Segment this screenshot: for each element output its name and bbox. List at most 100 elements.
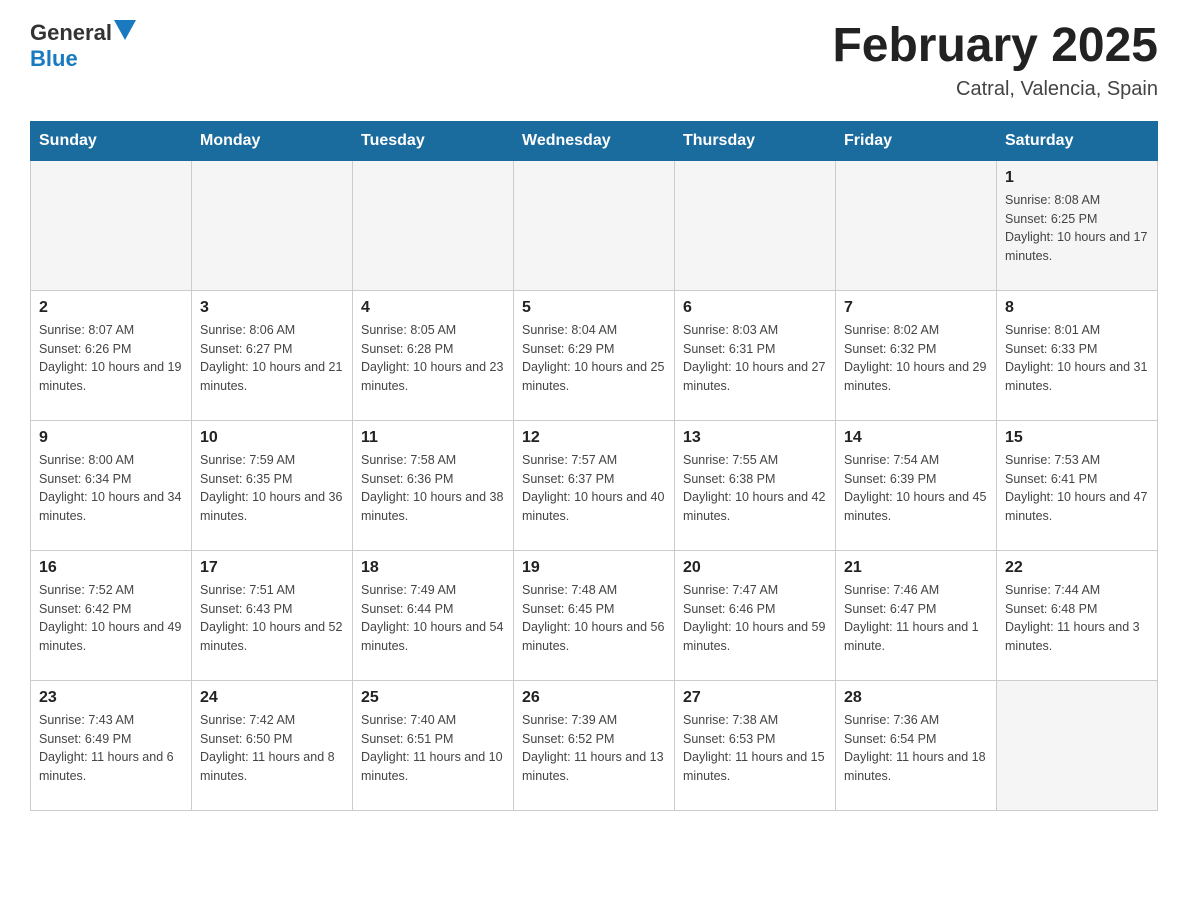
logo-wrapper: General Blue (30, 20, 136, 72)
day-number: 10 (200, 429, 344, 447)
day-info: Sunrise: 7:52 AMSunset: 6:42 PMDaylight:… (39, 581, 183, 656)
logo-row: General (30, 20, 136, 46)
day-info: Sunrise: 7:39 AMSunset: 6:52 PMDaylight:… (522, 711, 666, 786)
day-info: Sunrise: 7:42 AMSunset: 6:50 PMDaylight:… (200, 711, 344, 786)
page-header: General Blue February 2025 Catral, Valen… (30, 20, 1158, 101)
day-info: Sunrise: 7:48 AMSunset: 6:45 PMDaylight:… (522, 581, 666, 656)
day-info: Sunrise: 8:01 AMSunset: 6:33 PMDaylight:… (1005, 321, 1149, 396)
cell-w0-d0 (31, 160, 192, 290)
day-number: 26 (522, 689, 666, 707)
day-number: 19 (522, 559, 666, 577)
cell-w1-d6: 8 Sunrise: 8:01 AMSunset: 6:33 PMDaylight… (997, 290, 1158, 420)
day-number: 12 (522, 429, 666, 447)
location-title: Catral, Valencia, Spain (832, 78, 1158, 101)
cell-w4-d1: 24 Sunrise: 7:42 AMSunset: 6:50 PMDayligh… (192, 680, 353, 810)
day-number: 16 (39, 559, 183, 577)
day-number: 9 (39, 429, 183, 447)
day-info: Sunrise: 7:40 AMSunset: 6:51 PMDaylight:… (361, 711, 505, 786)
day-number: 15 (1005, 429, 1149, 447)
cell-w4-d5: 28Sunrise: 7:36 AMSunset: 6:54 PMDayligh… (836, 680, 997, 810)
calendar-body: 1Sunrise: 8:08 AMSunset: 6:25 PMDaylight… (31, 160, 1158, 810)
col-monday: Monday (192, 121, 353, 160)
day-number: 6 (683, 299, 827, 317)
cell-w3-d2: 18 Sunrise: 7:49 AMSunset: 6:44 PMDayligh… (353, 550, 514, 680)
cell-w1-d4: 6 Sunrise: 8:03 AMSunset: 6:31 PMDaylight… (675, 290, 836, 420)
day-number: 27 (683, 689, 827, 707)
cell-w0-d5 (836, 160, 997, 290)
cell-w4-d4: 27 Sunrise: 7:38 AMSunset: 6:53 PMDayligh… (675, 680, 836, 810)
day-number: 20 (683, 559, 827, 577)
day-info: Sunrise: 7:43 AMSunset: 6:49 PMDaylight:… (39, 711, 183, 786)
day-info: Sunrise: 7:47 AMSunset: 6:46 PMDaylight:… (683, 581, 827, 656)
day-number: 13 (683, 429, 827, 447)
day-number: 5 (522, 299, 666, 317)
day-number: 7 (844, 299, 988, 317)
day-number: 1 (1005, 169, 1149, 187)
day-info: Sunrise: 7:59 AMSunset: 6:35 PMDaylight:… (200, 451, 344, 526)
cell-w3-d5: 21Sunrise: 7:46 AMSunset: 6:47 PMDayligh… (836, 550, 997, 680)
day-number: 14 (844, 429, 988, 447)
cell-w1-d3: 5 Sunrise: 8:04 AMSunset: 6:29 PMDaylight… (514, 290, 675, 420)
cell-w3-d0: 16 Sunrise: 7:52 AMSunset: 6:42 PMDayligh… (31, 550, 192, 680)
day-number: 4 (361, 299, 505, 317)
day-info: Sunrise: 7:55 AMSunset: 6:38 PMDaylight:… (683, 451, 827, 526)
day-number: 11 (361, 429, 505, 447)
cell-w2-d1: 10 Sunrise: 7:59 AMSunset: 6:35 PMDayligh… (192, 420, 353, 550)
cell-w2-d0: 9Sunrise: 8:00 AMSunset: 6:34 PMDaylight… (31, 420, 192, 550)
day-number: 25 (361, 689, 505, 707)
logo-blue-text: Blue (30, 46, 78, 71)
cell-w0-d4 (675, 160, 836, 290)
day-info: Sunrise: 7:58 AMSunset: 6:36 PMDaylight:… (361, 451, 505, 526)
day-number: 28 (844, 689, 988, 707)
day-number: 17 (200, 559, 344, 577)
col-tuesday: Tuesday (353, 121, 514, 160)
day-info: Sunrise: 8:07 AMSunset: 6:26 PMDaylight:… (39, 321, 183, 396)
col-friday: Friday (836, 121, 997, 160)
day-number: 22 (1005, 559, 1149, 577)
cell-w4-d2: 25 Sunrise: 7:40 AMSunset: 6:51 PMDayligh… (353, 680, 514, 810)
day-number: 2 (39, 299, 183, 317)
col-wednesday: Wednesday (514, 121, 675, 160)
col-thursday: Thursday (675, 121, 836, 160)
day-info: Sunrise: 8:04 AMSunset: 6:29 PMDaylight:… (522, 321, 666, 396)
day-number: 8 (1005, 299, 1149, 317)
cell-w2-d2: 11 Sunrise: 7:58 AMSunset: 6:36 PMDayligh… (353, 420, 514, 550)
day-info: Sunrise: 7:46 AMSunset: 6:47 PMDaylight:… (844, 581, 988, 656)
cell-w1-d1: 3Sunrise: 8:06 AMSunset: 6:27 PMDaylight… (192, 290, 353, 420)
logo-triangle-icon (114, 20, 136, 42)
calendar-header: Sunday Monday Tuesday Wednesday Thursday… (31, 121, 1158, 160)
day-info: Sunrise: 7:49 AMSunset: 6:44 PMDaylight:… (361, 581, 505, 656)
title-block: February 2025 Catral, Valencia, Spain (832, 20, 1158, 101)
day-info: Sunrise: 8:05 AMSunset: 6:28 PMDaylight:… (361, 321, 505, 396)
cell-w1-d0: 2 Sunrise: 8:07 AMSunset: 6:26 PMDaylight… (31, 290, 192, 420)
cell-w2-d6: 15Sunrise: 7:53 AMSunset: 6:41 PMDayligh… (997, 420, 1158, 550)
day-number: 24 (200, 689, 344, 707)
cell-w0-d3 (514, 160, 675, 290)
week-row-4: 23 Sunrise: 7:43 AMSunset: 6:49 PMDayligh… (31, 680, 1158, 810)
day-number: 18 (361, 559, 505, 577)
day-info: Sunrise: 7:44 AMSunset: 6:48 PMDaylight:… (1005, 581, 1149, 656)
logo-general-text: General (30, 20, 112, 46)
day-info: Sunrise: 8:03 AMSunset: 6:31 PMDaylight:… (683, 321, 827, 396)
cell-w1-d5: 7Sunrise: 8:02 AMSunset: 6:32 PMDaylight… (836, 290, 997, 420)
logo: General Blue (30, 20, 136, 72)
cell-w2-d5: 14 Sunrise: 7:54 AMSunset: 6:39 PMDayligh… (836, 420, 997, 550)
day-number: 3 (200, 299, 344, 317)
day-number: 23 (39, 689, 183, 707)
week-row-2: 9Sunrise: 8:00 AMSunset: 6:34 PMDaylight… (31, 420, 1158, 550)
cell-w2-d3: 12 Sunrise: 7:57 AMSunset: 6:37 PMDayligh… (514, 420, 675, 550)
cell-w4-d6 (997, 680, 1158, 810)
cell-w4-d0: 23 Sunrise: 7:43 AMSunset: 6:49 PMDayligh… (31, 680, 192, 810)
day-info: Sunrise: 7:54 AMSunset: 6:39 PMDaylight:… (844, 451, 988, 526)
day-info: Sunrise: 7:38 AMSunset: 6:53 PMDaylight:… (683, 711, 827, 786)
day-info: Sunrise: 7:51 AMSunset: 6:43 PMDaylight:… (200, 581, 344, 656)
cell-w3-d6: 22 Sunrise: 7:44 AMSunset: 6:48 PMDayligh… (997, 550, 1158, 680)
cell-w0-d6: 1Sunrise: 8:08 AMSunset: 6:25 PMDaylight… (997, 160, 1158, 290)
cell-w1-d2: 4 Sunrise: 8:05 AMSunset: 6:28 PMDaylight… (353, 290, 514, 420)
week-row-0: 1Sunrise: 8:08 AMSunset: 6:25 PMDaylight… (31, 160, 1158, 290)
day-info: Sunrise: 7:57 AMSunset: 6:37 PMDaylight:… (522, 451, 666, 526)
cell-w3-d1: 17 Sunrise: 7:51 AMSunset: 6:43 PMDayligh… (192, 550, 353, 680)
col-sunday: Sunday (31, 121, 192, 160)
week-row-3: 16 Sunrise: 7:52 AMSunset: 6:42 PMDayligh… (31, 550, 1158, 680)
cell-w3-d4: 20 Sunrise: 7:47 AMSunset: 6:46 PMDayligh… (675, 550, 836, 680)
